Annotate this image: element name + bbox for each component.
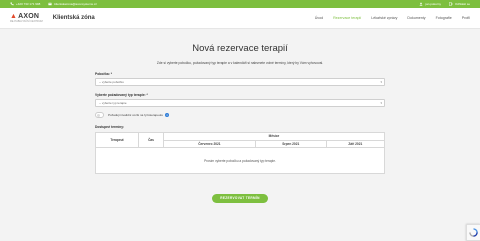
top-contact-bar: +420 733 171 998 klientskazona@axonsyste… [0,0,480,8]
nav-item-zpravy[interactable]: Lékařské zprávy [371,16,397,20]
account-name: jan.pokorny [425,2,441,6]
wheelchair-toggle[interactable] [95,112,104,118]
therapy-select-value: -- vyberte typ terapie [99,101,127,105]
logout-icon [449,2,453,6]
info-icon[interactable]: i [165,113,170,117]
phone-number: +420 733 171 998 [16,2,41,6]
branch-select-value: -- vyberte pobočku [99,80,124,84]
account-link[interactable]: jan.pokorny [419,2,441,6]
logout-label: Odhlásit se [454,2,470,6]
user-icon [419,2,424,6]
logo-mark-icon: ▲ [10,12,18,20]
wheelchair-option: Požaduji invalidní vozík na fyzioterapeu… [95,112,385,118]
month-header: Září 2021 [325,139,386,148]
chevron-down-icon: ▾ [380,80,382,84]
page-title: Nová rezervace terapií [192,43,288,54]
logo-text: AXON [18,12,40,20]
terms-table: Terapeut Čas Měsíce Červenec 2021 Srpen … [95,132,386,174]
envelope-icon [48,2,53,6]
month-header: Srpen 2021 [254,139,327,148]
reservation-form: Nová rezervace terapií Zde si vyberte po… [95,29,386,204]
nav-item-fotografie[interactable]: Fotografie [436,16,452,20]
zone-title: Klientská zóna [52,15,95,21]
logo-subtitle: RE-HABILITAČNÍ CENTRUM [10,19,43,23]
site-header: ▲ AXON RE-HABILITAČNÍ CENTRUM Klientská … [0,8,480,29]
main-nav: Úvod Rezervace terapií Lékařské zprávy D… [305,16,470,20]
therapy-select[interactable]: -- vyberte typ terapie ▾ [95,99,385,107]
email-address: klientskazona@axonsystems.cz [54,2,97,6]
col-months: Měsíce [163,132,385,141]
email-link[interactable]: klientskazona@axonsystems.cz [48,2,97,6]
month-header: Červenec 2021 [163,139,256,148]
branch-label: Pobočka: * [95,72,113,76]
phone-icon [10,2,14,6]
intro-text: Zde si vyberte pobočku, požadovaný typ t… [156,61,324,65]
reserve-button[interactable]: REZERVOVAT TERMÍN [212,193,268,203]
recaptcha-icon [469,228,478,237]
logout-link[interactable]: Odhlásit se [449,2,470,6]
empty-message: Prosím vyberte pobočku a požadovaný typ … [95,147,385,174]
recaptcha-badge[interactable] [466,224,480,241]
axon-logo[interactable]: ▲ AXON RE-HABILITAČNÍ CENTRUM [10,13,43,24]
nav-item-uvod[interactable]: Úvod [315,16,323,20]
branch-select[interactable]: -- vyberte pobočku ▾ [95,78,385,86]
nav-item-rezervace[interactable]: Rezervace terapií [333,16,361,20]
nav-item-dokumenty[interactable]: Dokumenty [407,16,425,20]
therapy-label: Vyberte požadovaný typ terapie: * [95,93,148,97]
phone-link[interactable]: +420 733 171 998 [10,2,40,6]
chevron-down-icon: ▾ [380,101,382,105]
nav-item-profil[interactable]: Profil [462,16,470,20]
wheelchair-label: Požaduji invalidní vozík na fyzioterapeu… [108,113,164,117]
col-time: Čas [138,132,164,148]
col-therapist: Terapeut [95,132,139,148]
available-terms-label: Dostupné termíny: [95,125,125,129]
